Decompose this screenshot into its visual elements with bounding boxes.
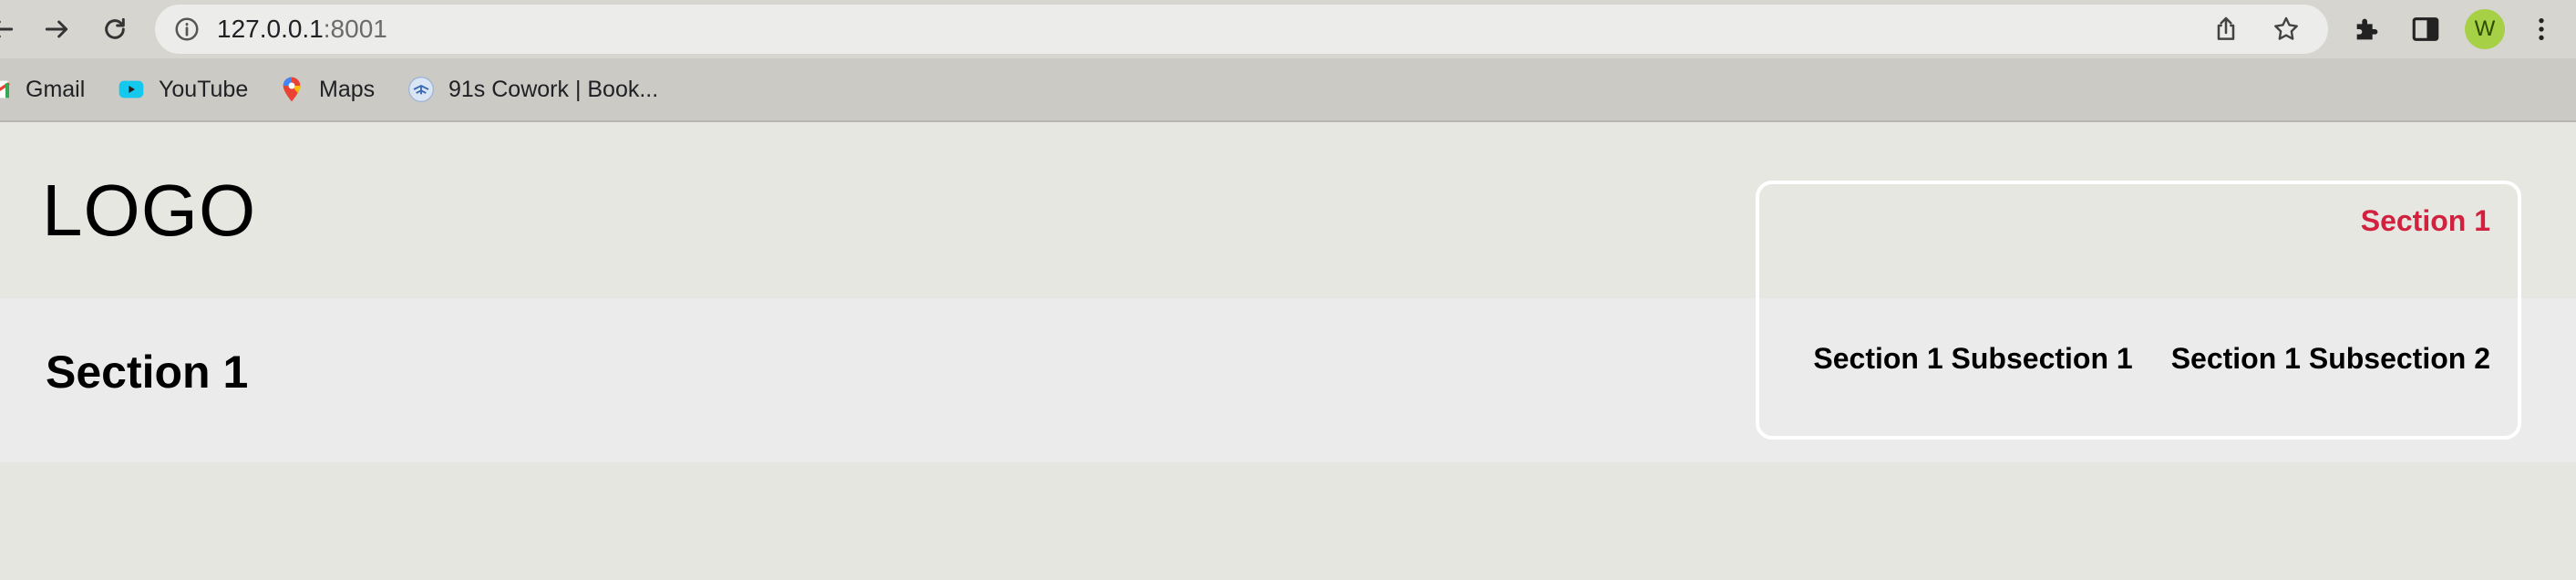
cowork-icon: [408, 77, 434, 102]
site-logo[interactable]: LOGO: [42, 170, 256, 252]
page-content: LOGO Section 1 Section 1 Section 1 Subse…: [0, 122, 2576, 580]
url-text[interactable]: 127.0.0.1:8001: [217, 16, 387, 43]
puzzle-icon[interactable]: [2352, 14, 2383, 45]
bookmarks-bar: Gmail YouTube Maps 91s Cowork | Book...: [0, 58, 2576, 122]
bookmark-label: Maps: [319, 76, 376, 102]
back-icon: [0, 20, 14, 38]
profile-avatar[interactable]: W: [2465, 9, 2505, 49]
bookmark-gmail[interactable]: Gmail: [0, 75, 85, 104]
url-host: 127.0.0.1: [217, 15, 324, 43]
bookmark-youtube[interactable]: YouTube: [117, 75, 248, 104]
nav-menu-panel: Section 1 Section 1 Subsection 1 Section…: [1756, 181, 2521, 440]
gmail-icon: [0, 80, 10, 98]
browser-toolbar: 127.0.0.1:8001 W: [0, 0, 2576, 58]
info-icon[interactable]: [173, 16, 201, 43]
kebab-menu-icon[interactable]: [2527, 13, 2556, 46]
url-port: :8001: [323, 15, 387, 43]
bookmark-label: 91s Cowork | Book...: [448, 76, 659, 102]
section-title: Section 1: [46, 347, 249, 398]
nav-link-subsection-1[interactable]: Section 1 Subsection 1: [1813, 340, 2132, 377]
bookmark-maps[interactable]: Maps: [277, 75, 375, 104]
reload-button[interactable]: [97, 11, 133, 47]
bookmark-label: Gmail: [26, 76, 86, 102]
subsection-nav: Section 1 Subsection 1 Section 1 Subsect…: [1813, 340, 2490, 377]
star-icon[interactable]: [2272, 15, 2301, 44]
forward-icon: [45, 20, 68, 38]
maps-icon: [283, 77, 301, 102]
reload-icon: [105, 17, 125, 39]
bookmark-label: YouTube: [159, 76, 249, 102]
forward-button[interactable]: [38, 11, 75, 47]
sidepanel-icon[interactable]: [2410, 14, 2441, 45]
nav-link-subsection-2[interactable]: Section 1 Subsection 2: [2171, 340, 2490, 377]
address-bar[interactable]: 127.0.0.1:8001: [155, 5, 2328, 54]
youtube-icon: [118, 80, 144, 98]
share-icon[interactable]: [2211, 15, 2241, 44]
back-button[interactable]: [0, 11, 20, 47]
nav-link-section-1[interactable]: Section 1: [2361, 202, 2490, 239]
bookmark-cowork[interactable]: 91s Cowork | Book...: [407, 75, 658, 104]
